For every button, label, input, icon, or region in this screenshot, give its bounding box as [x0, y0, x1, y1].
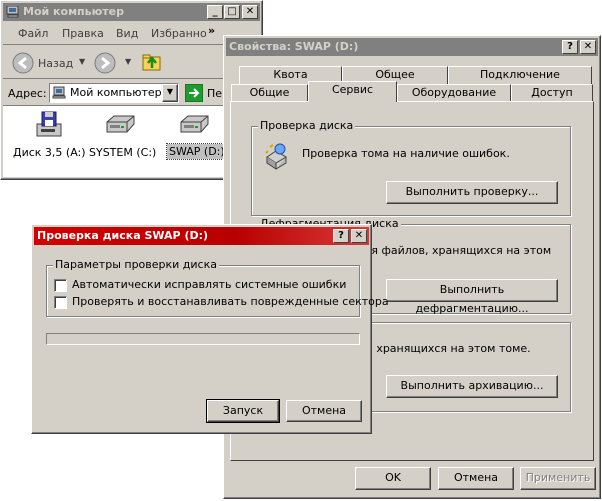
backup-text: ilов, хранящихся на этом томе.	[350, 342, 531, 355]
tab-connection[interactable]: Подключение	[448, 66, 592, 84]
check-disk-group: Проверка диска Проверка тома на наличие …	[251, 119, 571, 216]
check-disk-group-label: Проверка диска	[258, 119, 356, 132]
maximize-button[interactable]: □	[224, 5, 240, 19]
address-value: Мой компьютер	[70, 86, 162, 99]
back-dropdown-icon[interactable]: ▼	[79, 57, 85, 66]
defrag-text: ация файлов, хранящихся на этом	[350, 244, 552, 257]
explorer-content: Диск 3,5 (A:) SYSTEM (C:) SWAP (D:)	[3, 105, 260, 177]
back-label[interactable]: Назад	[38, 57, 73, 70]
toolbar: Назад ▼ ▼	[3, 47, 260, 79]
tab-general[interactable]: Общие	[231, 84, 308, 102]
computer-icon	[52, 86, 66, 103]
floppy-drive-icon[interactable]	[33, 110, 65, 143]
cancel-button[interactable]: Отмена	[438, 467, 514, 490]
hard-drive-icon[interactable]	[178, 114, 210, 139]
ok-button[interactable]: OK	[355, 467, 431, 490]
apply-button[interactable]: Применить	[520, 467, 596, 490]
tab-sharing[interactable]: Доступ	[511, 84, 593, 102]
minimize-button[interactable]: _	[207, 5, 223, 19]
address-label: Адрес:	[8, 87, 47, 100]
drive-label-d[interactable]: SWAP (D:)	[166, 143, 228, 160]
drive-label-c[interactable]: SYSTEM (C:)	[89, 146, 156, 159]
address-field[interactable]: Мой компьютер ▼	[49, 83, 179, 103]
menu-edit[interactable]: Правка	[62, 27, 104, 40]
address-dropdown-button[interactable]: ▼	[162, 84, 178, 102]
recover-sectors-checkbox[interactable]	[54, 296, 67, 309]
check-disk-dialog: Проверка диска SWAP (D:) ? ✕ Параметры п…	[31, 224, 389, 434]
properties-title: Свойства: SWAP (D:)	[229, 40, 359, 53]
menu-bar: Файл Правка Вид Избранно »	[3, 23, 260, 45]
help-button[interactable]: ?	[333, 229, 349, 243]
back-arrow-icon[interactable]	[12, 52, 34, 77]
explorer-title: Мой компьютер	[23, 5, 125, 18]
hard-drive-icon[interactable]	[104, 114, 136, 139]
tab-service[interactable]: Сервис	[308, 81, 397, 102]
forward-dropdown-icon[interactable]: ▼	[125, 57, 131, 66]
menu-file[interactable]: Файл	[18, 27, 48, 40]
run-defrag-button[interactable]: Выполнить дефрагментацию...	[386, 279, 558, 315]
close-button[interactable]: ✕	[242, 5, 258, 19]
menu-favorites[interactable]: Избранно	[151, 27, 207, 40]
auto-fix-checkbox[interactable]	[54, 279, 67, 292]
check-disk-text: Проверка тома на наличие ошибок.	[302, 147, 510, 160]
dialog-titlebar[interactable]: Проверка диска SWAP (D:) ? ✕	[34, 227, 369, 245]
start-button[interactable]: Запуск	[206, 399, 280, 423]
check-options-label: Параметры проверки диска	[53, 258, 219, 271]
menu-view[interactable]: Вид	[116, 27, 138, 40]
address-bar: Адрес: Мой компьютер ▼ Пер	[3, 81, 260, 105]
dialog-cancel-button[interactable]: Отмена	[286, 400, 362, 422]
tab-hardware[interactable]: Оборудование	[397, 84, 511, 102]
check-disk-icon	[264, 143, 290, 176]
drive-label-a[interactable]: Диск 3,5 (A:)	[13, 146, 86, 159]
folder-up-icon[interactable]	[142, 52, 162, 75]
check-options-group: Параметры проверки диска Автоматически и…	[46, 258, 389, 317]
recover-sectors-label[interactable]: Проверять и восстанавливать поврежденные…	[72, 295, 389, 308]
close-button[interactable]: ✕	[580, 40, 596, 54]
progress-bar	[46, 333, 360, 345]
computer-icon	[6, 5, 20, 18]
properties-titlebar[interactable]: Свойства: SWAP (D:) ? ✕	[226, 38, 598, 56]
dialog-title: Проверка диска SWAP (D:)	[37, 229, 209, 242]
go-arrow-icon[interactable]	[184, 83, 204, 105]
forward-arrow-icon[interactable]	[94, 52, 116, 77]
close-button[interactable]: ✕	[351, 229, 367, 243]
help-button[interactable]: ?	[562, 40, 578, 54]
menu-chevron[interactable]: »	[208, 24, 215, 37]
run-backup-button[interactable]: Выполнить архивацию...	[386, 375, 558, 398]
auto-fix-label[interactable]: Автоматически исправлять системные ошибк…	[72, 278, 346, 291]
explorer-titlebar[interactable]: Мой компьютер _ □ ✕	[3, 3, 260, 21]
run-check-button[interactable]: Выполнить проверку...	[386, 181, 558, 204]
